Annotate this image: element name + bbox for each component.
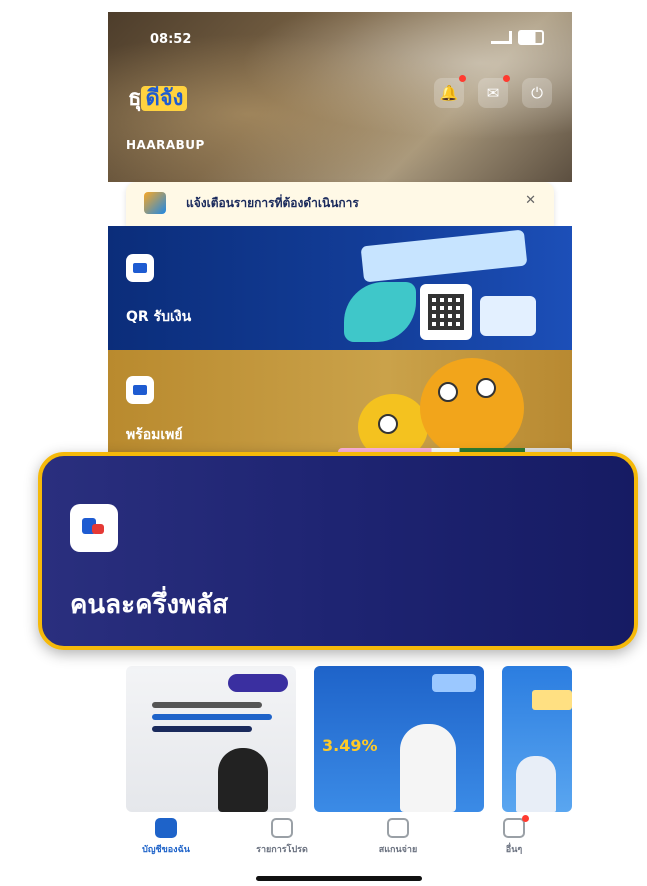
highlighted-card[interactable]: คนละครึ่งพลัส	[38, 452, 638, 650]
qr-illustration	[344, 229, 562, 344]
promo-text-line	[152, 726, 252, 732]
user-greeting: HAARABUP	[126, 138, 205, 152]
promo-tag	[228, 674, 288, 692]
signal-icon	[491, 31, 512, 44]
promo-card[interactable]	[502, 666, 572, 812]
logout-icon[interactable]: ⏻	[522, 78, 552, 108]
header-actions: 🔔 ✉ ⏻	[434, 75, 552, 108]
promo-person-image	[400, 724, 456, 812]
status-time: 08:52	[150, 32, 192, 47]
badge-dot	[459, 75, 466, 82]
qr-card-graphic	[480, 296, 536, 336]
bell-icon[interactable]: 🔔	[434, 75, 466, 108]
paotang-icon	[70, 504, 118, 552]
app-logo: ธุ ดีจัง	[128, 80, 188, 115]
nav-label: บัญชีของฉัน	[142, 845, 190, 855]
qr-code-graphic	[420, 284, 472, 340]
promo-person-image	[516, 756, 556, 812]
mascot-eye	[438, 382, 458, 402]
nav-label: อื่นๆ	[505, 845, 523, 855]
nav-item-scan[interactable]: สแกนจ่าย	[348, 812, 448, 872]
bottom-nav: บัญชีของฉัน รายการโปรด สแกนจ่าย อื่นๆ	[108, 812, 572, 872]
promo-card[interactable]	[126, 666, 296, 812]
qr-card-label: QR รับเงิน	[126, 309, 192, 325]
battery-icon	[518, 30, 544, 45]
header-hero: 08:52 ธุ ดีจัง 🔔 ✉ ⏻ HAARABUP	[108, 12, 572, 182]
wallet-card-icon	[126, 376, 154, 404]
nav-item-favorite[interactable]: รายการโปรด	[232, 812, 332, 872]
qr-blob-graphic	[344, 282, 416, 342]
promptpay-card[interactable]: พร้อมเพย์	[108, 350, 572, 466]
promo-text-line	[532, 690, 572, 710]
mascot-eye	[378, 414, 398, 434]
mail-icon[interactable]: ✉	[478, 75, 510, 108]
promo-person-image	[218, 748, 268, 812]
notice-icon	[144, 192, 166, 214]
home-indicator[interactable]	[256, 876, 422, 881]
nav-item-more[interactable]: อื่นๆ	[464, 812, 564, 872]
highlight-label: คนละครึ่งพลัส	[70, 590, 229, 620]
badge-dot	[522, 815, 529, 822]
scan-icon	[387, 818, 409, 838]
mascot-illustration	[338, 356, 572, 466]
favorite-icon	[271, 818, 293, 838]
qr-banner-graphic	[360, 229, 528, 283]
promptpay-card-label: พร้อมเพย์	[126, 427, 183, 443]
promo-rate: 3.49%	[322, 736, 378, 755]
home-icon	[155, 818, 177, 838]
mascot-orange	[420, 358, 524, 458]
promo-text-line	[152, 702, 262, 708]
notice-text: แจ้งเตือนรายการที่ต้องดำเนินการ	[186, 196, 359, 210]
more-icon	[503, 815, 529, 838]
promo-card[interactable]: 3.49%	[314, 666, 484, 812]
promo-tag	[432, 674, 476, 692]
nav-label: รายการโปรด	[256, 845, 308, 855]
qr-card-icon	[126, 254, 154, 282]
badge-dot	[503, 75, 510, 82]
promo-text-line	[152, 714, 272, 720]
notice-banner[interactable]: แจ้งเตือนรายการที่ต้องดำเนินการ ✕	[126, 182, 554, 226]
close-icon[interactable]: ✕	[525, 193, 536, 208]
logo-accent: ดีจัง	[141, 86, 188, 111]
app-screen: 08:52 ธุ ดีจัง 🔔 ✉ ⏻ HAARABUP แจ้งเตือนรา…	[108, 12, 572, 882]
logo-prefix: ธุ	[128, 86, 142, 111]
nav-label: สแกนจ่าย	[378, 845, 418, 855]
qr-receive-card[interactable]: QR รับเงิน	[108, 226, 572, 350]
nav-item-account[interactable]: บัญชีของฉัน	[116, 812, 216, 872]
mascot-eye	[476, 378, 496, 398]
status-icons	[491, 30, 544, 45]
